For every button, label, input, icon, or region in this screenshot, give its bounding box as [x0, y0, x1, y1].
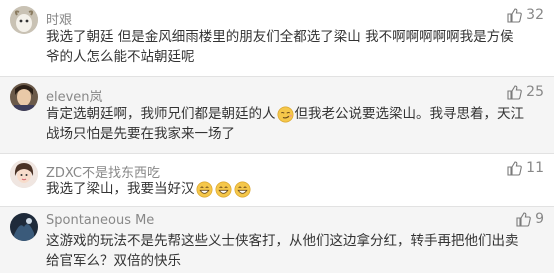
grin-emoji: [196, 181, 212, 197]
goat-avatar[interactable]: [10, 6, 38, 34]
comment-list: 时艰 32 我选了朝廷 但是金风细雨楼里的朋友们全都选了梁山 我不啊啊啊啊啊我是…: [0, 0, 554, 273]
like-button[interactable]: 25: [506, 84, 544, 100]
comment-username[interactable]: eleven岚: [46, 86, 103, 105]
grin-emoji: [215, 181, 231, 197]
like-button[interactable]: 11: [506, 160, 544, 176]
comment-item: eleven岚 25 肯定选朝廷啊，我师兄们都是朝廷的人 但我老公说要选梁山。我…: [0, 77, 554, 153]
thumbs-up-icon: [516, 212, 531, 227]
like-count: 9: [535, 211, 544, 227]
thumbs-up-icon: [507, 161, 522, 176]
comment-username[interactable]: Spontaneous Me: [46, 213, 154, 228]
comment-username[interactable]: 时艰: [46, 9, 72, 28]
dark-avatar[interactable]: [10, 213, 38, 241]
like-button[interactable]: 9: [515, 211, 544, 227]
like-count: 32: [526, 7, 544, 23]
comment-text: 我选了朝廷 但是金风细雨楼里的朋友们全都选了梁山 我不啊啊啊啊啊我是方侯爷的人怎…: [46, 29, 514, 65]
like-count: 25: [526, 84, 544, 100]
comment-item: ZDXC不是找东西吃 11 我选了梁山，我要当好汉: [0, 154, 554, 206]
comment-text: 肯定选朝廷啊，我师兄们都是朝廷的人 但我老公说要选梁山。我寻思着，天江战场只怕是…: [46, 104, 526, 144]
smirk-emoji: [277, 106, 293, 122]
thumbs-up-icon: [507, 85, 522, 100]
comment-item: Spontaneous Me 9 这游戏的玩法不是先帮这些义士侠客打，从他们这边…: [0, 207, 554, 273]
like-button[interactable]: 32: [506, 7, 544, 23]
comment-text-part: 我选了梁山，我要当好汉: [46, 181, 195, 197]
comment-text: 这游戏的玩法不是先帮这些义士侠客打，从他们这边拿分红，转手再把他们出卖给官军么？…: [46, 233, 519, 269]
comment-text: 我选了梁山，我要当好汉: [46, 179, 526, 199]
grin-emoji: [234, 181, 250, 197]
comment-text-part: 肯定选朝廷啊，我师兄们都是朝廷的人: [46, 106, 276, 122]
like-count: 11: [526, 160, 544, 176]
thumbs-up-icon: [507, 8, 522, 23]
girl-avatar[interactable]: [10, 160, 38, 188]
portrait-avatar[interactable]: [10, 83, 38, 111]
comment-item: 时艰 32 我选了朝廷 但是金风细雨楼里的朋友们全都选了梁山 我不啊啊啊啊啊我是…: [0, 0, 554, 76]
